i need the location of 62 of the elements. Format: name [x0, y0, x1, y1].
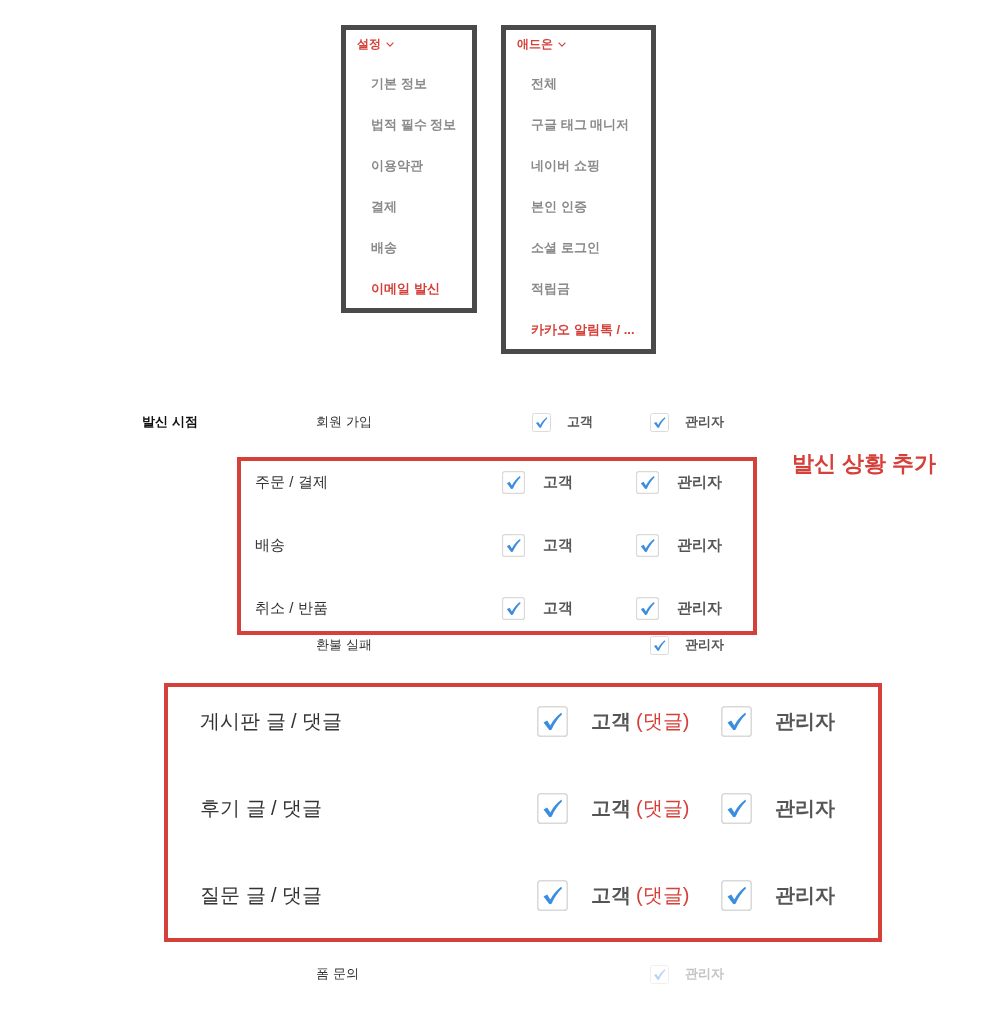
checkbox[interactable]	[636, 596, 659, 620]
checkbox-label: 관리자	[685, 636, 724, 654]
menu-item[interactable]: 전체	[531, 69, 558, 99]
row-label: 후기 글 / 댓글	[200, 795, 324, 821]
row-label: 게시판 글 / 댓글	[200, 708, 344, 734]
checkbox-label: 관리자	[677, 472, 722, 492]
menu-item[interactable]: 본인 인증	[531, 192, 587, 222]
section-heading: 발신 시점	[142, 414, 198, 429]
checkbox-label: 관리자	[775, 708, 835, 734]
checkbox[interactable]	[537, 792, 568, 824]
checkbox-label: 고객	[543, 598, 573, 618]
menu-item[interactable]: 네이버 쇼핑	[531, 151, 600, 181]
checkbox-label: 고객	[591, 708, 631, 734]
checkbox[interactable]	[650, 412, 669, 432]
menu-item[interactable]: 배송	[371, 233, 397, 263]
checkbox-label: 고객	[591, 795, 631, 821]
checkbox-label: 관리자	[677, 598, 722, 618]
checkbox[interactable]	[502, 470, 525, 494]
menu-item[interactable]: 적립금	[531, 274, 571, 304]
checkbox[interactable]	[650, 635, 669, 655]
chevron-down-icon	[558, 41, 567, 47]
menu-item[interactable]: 이메일 발신	[371, 274, 440, 304]
menu-item[interactable]: 카카오 알림톡 / ...	[531, 315, 635, 345]
checkbox[interactable]	[502, 533, 525, 557]
checkbox[interactable]	[721, 879, 752, 911]
comment-note: (댓글)	[636, 795, 690, 821]
comment-note: (댓글)	[636, 708, 690, 734]
menu-item[interactable]: 이용약관	[371, 151, 423, 181]
checkbox-label: 관리자	[775, 795, 835, 821]
menu-item[interactable]: 기본 정보	[371, 69, 427, 99]
menu-header[interactable]: 설정	[357, 30, 394, 58]
checkbox[interactable]	[721, 792, 752, 824]
row-label: 배송	[255, 535, 286, 555]
checkbox-label: 고객	[543, 535, 573, 555]
checkbox-label: 고객	[591, 882, 631, 908]
checkbox-label: 관리자	[685, 413, 724, 431]
checkbox-label: 관리자	[677, 535, 722, 555]
row-label: 질문 글 / 댓글	[200, 882, 324, 908]
menu-item[interactable]: 소셜 로그인	[531, 233, 600, 263]
checkbox-label: 고객	[567, 413, 593, 431]
checkbox[interactable]	[532, 412, 551, 432]
checkbox[interactable]	[537, 879, 568, 911]
comment-note: (댓글)	[636, 882, 690, 908]
menu-item[interactable]: 구글 태그 매니저	[531, 110, 630, 140]
row-label: 폼 문의	[316, 965, 360, 983]
checkbox[interactable]	[537, 705, 568, 737]
checkbox-label: 고객	[543, 472, 573, 492]
menu-item[interactable]: 법적 필수 정보	[371, 110, 457, 140]
checkbox-label: 관리자	[775, 882, 835, 908]
row-label: 회원 가입	[316, 413, 373, 431]
row-label: 환불 실패	[316, 636, 373, 654]
checkbox[interactable]	[502, 596, 525, 620]
menu-item[interactable]: 결제	[371, 192, 397, 222]
checkbox[interactable]	[636, 533, 659, 557]
chevron-down-icon	[386, 41, 394, 47]
checkbox[interactable]	[721, 705, 752, 737]
checkbox-label: 관리자	[685, 965, 724, 983]
row-label: 주문 / 결제	[255, 472, 329, 492]
row-label: 취소 / 반품	[255, 598, 329, 618]
menu-header[interactable]: 애드온	[517, 30, 567, 58]
checkbox[interactable]	[636, 470, 659, 494]
callout-text: 발신 상황 추가	[792, 451, 937, 477]
